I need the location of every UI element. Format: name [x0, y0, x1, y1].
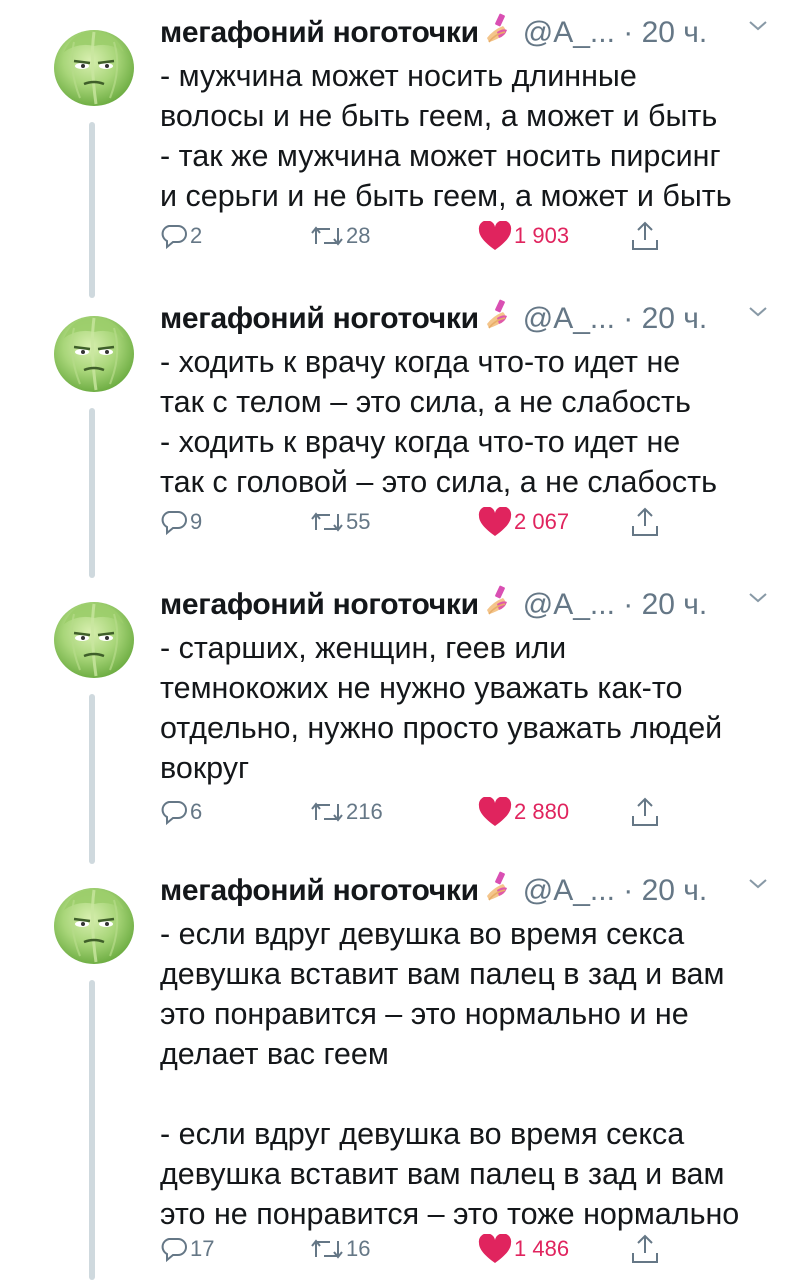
cabbage-face-avatar-icon[interactable] [44, 12, 144, 112]
thread-line [89, 694, 95, 864]
reply-bubble-icon [161, 1238, 187, 1263]
tweet-text: - старших, женщин, геев или темнокожих н… [160, 631, 723, 785]
retweet-icon [311, 1239, 343, 1259]
chevron-down-icon[interactable] [746, 300, 770, 324]
tweet-header: мегафоний ноготочки @A_... · 20 ч. [160, 870, 770, 907]
like-button[interactable]: 2 067 [478, 505, 569, 539]
timestamp[interactable]: · 20 ч. [623, 874, 707, 907]
share-button[interactable] [630, 219, 660, 253]
share-icon [632, 1234, 658, 1263]
reply-count: 9 [190, 509, 203, 534]
nail-polish-emoji-icon [486, 12, 508, 43]
chevron-down-icon[interactable] [746, 586, 770, 610]
retweet-count: 216 [346, 799, 383, 824]
tweet-header: мегафоний ноготочки @A_... · 20 ч. [160, 12, 770, 49]
share-button[interactable] [630, 505, 660, 539]
tweet-text: - ходить к врачу когда что-то идет не та… [160, 345, 717, 499]
retweet-icon [311, 512, 343, 532]
heart-icon [478, 221, 512, 250]
chevron-down-icon[interactable] [746, 872, 770, 896]
thread-line [89, 980, 95, 1280]
tweet-header: мегафоний ноготочки @A_... · 20 ч. [160, 298, 770, 335]
cabbage-face-avatar-icon[interactable] [44, 870, 144, 970]
retweet-icon [311, 226, 343, 246]
timestamp[interactable]: · 20 ч. [623, 302, 707, 335]
author-handle[interactable]: @A_... [523, 874, 615, 907]
heart-icon [478, 507, 512, 536]
timestamp[interactable]: · 20 ч. [623, 588, 707, 621]
cabbage-face-avatar-icon[interactable] [44, 584, 144, 684]
share-icon [632, 797, 658, 826]
retweet-button[interactable]: 55 [310, 505, 370, 539]
reply-button[interactable]: 6 [160, 795, 202, 829]
retweet-button[interactable]: 16 [310, 1232, 370, 1266]
share-icon [632, 221, 658, 250]
author-handle[interactable]: @A_... [523, 588, 615, 621]
share-button[interactable] [630, 795, 660, 829]
tweet-actions: 6 216 2 880 [160, 795, 700, 829]
retweet-count: 16 [346, 1236, 371, 1261]
like-button[interactable]: 2 880 [478, 795, 569, 829]
author-name[interactable]: мегафоний ноготочки [160, 588, 479, 621]
tweet-actions: 17 16 1 486 [160, 1232, 700, 1266]
retweet-button[interactable]: 28 [310, 219, 370, 253]
like-count: 2 067 [514, 509, 570, 534]
author-name[interactable]: мегафоний ноготочки [160, 874, 479, 907]
timestamp[interactable]: · 20 ч. [623, 16, 707, 49]
like-count: 1 486 [514, 1236, 570, 1261]
tweet-text: - если вдруг девушка во время секса деву… [160, 917, 740, 1231]
reply-button[interactable]: 2 [160, 219, 202, 253]
reply-bubble-icon [161, 511, 187, 536]
reply-button[interactable]: 9 [160, 505, 202, 539]
reply-bubble-icon [161, 801, 187, 826]
retweet-count: 28 [346, 223, 371, 248]
retweet-button[interactable]: 216 [310, 795, 383, 829]
tweet-text: - мужчина может носить длинные волосы и … [160, 59, 732, 213]
reply-count: 6 [190, 799, 203, 824]
retweet-count: 55 [346, 509, 371, 534]
heart-icon [478, 1234, 512, 1263]
tweet-header: мегафоний ноготочки @A_... · 20 ч. [160, 584, 770, 621]
reply-count: 2 [190, 223, 203, 248]
like-button[interactable]: 1 903 [478, 219, 569, 253]
chevron-down-icon[interactable] [746, 14, 770, 38]
thread-line [89, 408, 95, 578]
author-handle[interactable]: @A_... [523, 302, 615, 335]
like-button[interactable]: 1 486 [478, 1232, 569, 1266]
author-name[interactable]: мегафоний ноготочки [160, 302, 479, 335]
share-icon [632, 507, 658, 536]
author-name[interactable]: мегафоний ноготочки [160, 16, 479, 49]
author-handle[interactable]: @A_... [523, 16, 615, 49]
share-button[interactable] [630, 1232, 660, 1266]
reply-button[interactable]: 17 [160, 1232, 214, 1266]
like-count: 2 880 [514, 799, 570, 824]
thread-line [89, 122, 95, 298]
tweet-actions: 9 55 2 067 [160, 505, 700, 539]
nail-polish-emoji-icon [486, 870, 508, 901]
reply-count: 17 [190, 1236, 215, 1261]
tweet-actions: 2 28 1 903 [160, 219, 700, 253]
heart-icon [478, 797, 512, 826]
nail-polish-emoji-icon [486, 298, 508, 329]
reply-bubble-icon [161, 225, 187, 250]
like-count: 1 903 [514, 223, 570, 248]
nail-polish-emoji-icon [486, 584, 508, 615]
retweet-icon [311, 802, 343, 822]
cabbage-face-avatar-icon[interactable] [44, 298, 144, 398]
